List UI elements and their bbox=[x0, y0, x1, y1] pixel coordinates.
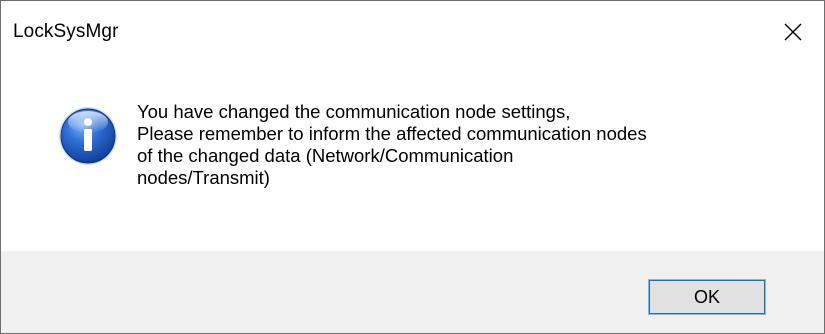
title-bar[interactable]: LockSysMgr bbox=[1, 1, 824, 63]
message-text: You have changed the communication node … bbox=[137, 101, 647, 188]
ok-button[interactable]: OK bbox=[648, 279, 766, 315]
button-bar: OK bbox=[1, 251, 824, 333]
dialog-content: You have changed the communication node … bbox=[1, 63, 824, 251]
info-icon bbox=[57, 105, 119, 167]
close-button[interactable] bbox=[762, 1, 824, 63]
message-dialog: LockSysMgr You have changed the communic… bbox=[0, 0, 825, 334]
ok-button-label: OK bbox=[693, 286, 720, 307]
window-title: LockSysMgr bbox=[13, 21, 119, 42]
close-icon bbox=[783, 22, 803, 42]
